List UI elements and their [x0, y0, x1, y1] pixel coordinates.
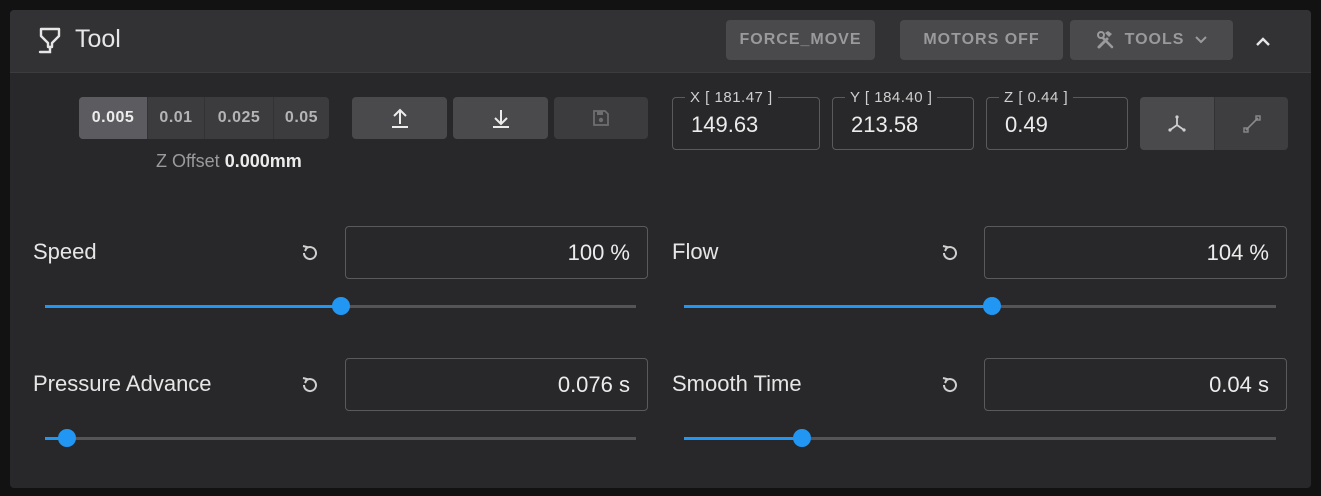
motors-off-label: MOTORS OFF — [923, 31, 1040, 48]
x-position-field[interactable]: X [ 181.47 ] 149.63 — [672, 89, 820, 150]
step-0.05[interactable]: 0.05 — [273, 97, 329, 139]
step-label: 0.005 — [91, 109, 135, 126]
speed-slider-fill — [45, 305, 341, 308]
tools-icon — [1096, 31, 1113, 49]
smooth-time-slider-fill — [684, 437, 803, 440]
relative-move-button[interactable] — [1214, 97, 1288, 150]
step-label: 0.025 — [217, 109, 261, 126]
x-position-value: 149.63 — [691, 112, 759, 137]
absolute-move-button[interactable] — [1140, 97, 1214, 150]
flow-slider[interactable] — [684, 297, 1276, 315]
motors-off-button[interactable]: MOTORS OFF — [900, 20, 1063, 60]
card-title: Tool — [75, 25, 121, 53]
speed-reset-icon[interactable] — [298, 241, 322, 265]
speed-input[interactable]: 100 % — [345, 226, 648, 279]
zoffset-up-button[interactable] — [352, 97, 447, 139]
z-position-value: 0.49 — [1005, 112, 1048, 137]
download-arrow-icon — [492, 110, 509, 128]
chevron-down-icon — [1195, 36, 1208, 44]
zoffset-value: 0.000mm — [224, 151, 302, 171]
z-position-field[interactable]: Z [ 0.44 ] 0.49 — [986, 89, 1128, 150]
step-0.005[interactable]: 0.005 — [79, 97, 147, 139]
card-header: Tool FORCE_MOVE MOTORS OFF TOOLS — [10, 10, 1311, 73]
y-position-field[interactable]: Y [ 184.40 ] 213.58 — [832, 89, 974, 150]
smooth-time-slider-thumb[interactable] — [793, 429, 812, 447]
flow-slider-thumb[interactable] — [982, 297, 1001, 315]
printer-nozzle-icon — [38, 27, 61, 54]
zoffset-down-button[interactable] — [453, 97, 548, 139]
zoffset-label: Z Offset — [156, 151, 220, 171]
pressure-advance-label: Pressure Advance — [33, 371, 212, 396]
smooth-time-input[interactable]: 0.04 s — [984, 358, 1287, 411]
step-0.01[interactable]: 0.01 — [147, 97, 204, 139]
tools-label: TOOLS — [1124, 31, 1185, 48]
speed-slider[interactable] — [45, 297, 636, 315]
smooth-time-label: Smooth Time — [672, 371, 802, 396]
flow-label: Flow — [672, 239, 719, 264]
y-position-value: 213.58 — [851, 112, 919, 137]
vector-line-icon — [1242, 114, 1261, 133]
z-position-label: Z [ 0.44 ] — [999, 89, 1074, 106]
flow-value: 104 % — [1206, 239, 1269, 265]
tool-card: Tool FORCE_MOVE MOTORS OFF TOOLS 0.005 0… — [10, 10, 1311, 488]
flow-slider-fill — [684, 305, 992, 308]
pressure-advance-reset-icon[interactable] — [298, 373, 322, 397]
chevron-up-icon[interactable] — [1251, 30, 1275, 52]
pressure-advance-input[interactable]: 0.076 s — [345, 358, 648, 411]
force-move-label: FORCE_MOVE — [739, 31, 862, 48]
zoffset-step-group: 0.005 0.01 0.025 0.05 — [79, 97, 329, 139]
axes-icon — [1168, 114, 1186, 132]
flow-input[interactable]: 104 % — [984, 226, 1287, 279]
speed-slider-thumb[interactable] — [331, 297, 350, 315]
speed-value: 100 % — [567, 239, 630, 265]
pressure-advance-value: 0.076 s — [557, 371, 630, 397]
pressure-advance-slider-thumb[interactable] — [58, 429, 77, 447]
zoffset-readout: Z Offset 0.000mm — [156, 151, 302, 172]
smooth-time-slider[interactable] — [684, 429, 1276, 447]
step-label: 0.05 — [284, 109, 319, 126]
pressure-advance-slider[interactable] — [45, 429, 636, 447]
tools-menu-button[interactable]: TOOLS — [1070, 20, 1233, 60]
smooth-time-reset-icon[interactable] — [938, 373, 962, 397]
y-position-label: Y [ 184.40 ] — [845, 89, 938, 106]
move-mode-group — [1140, 97, 1288, 150]
step-0.025[interactable]: 0.025 — [204, 97, 273, 139]
zoffset-save-button[interactable] — [554, 97, 648, 139]
force-move-button[interactable]: FORCE_MOVE — [726, 20, 875, 60]
x-position-label: X [ 181.47 ] — [685, 89, 778, 106]
upload-arrow-icon — [391, 108, 408, 128]
save-icon — [593, 110, 609, 126]
smooth-time-value: 0.04 s — [1209, 371, 1269, 397]
speed-label: Speed — [33, 239, 97, 264]
step-label: 0.01 — [159, 109, 193, 126]
flow-reset-icon[interactable] — [938, 241, 962, 265]
